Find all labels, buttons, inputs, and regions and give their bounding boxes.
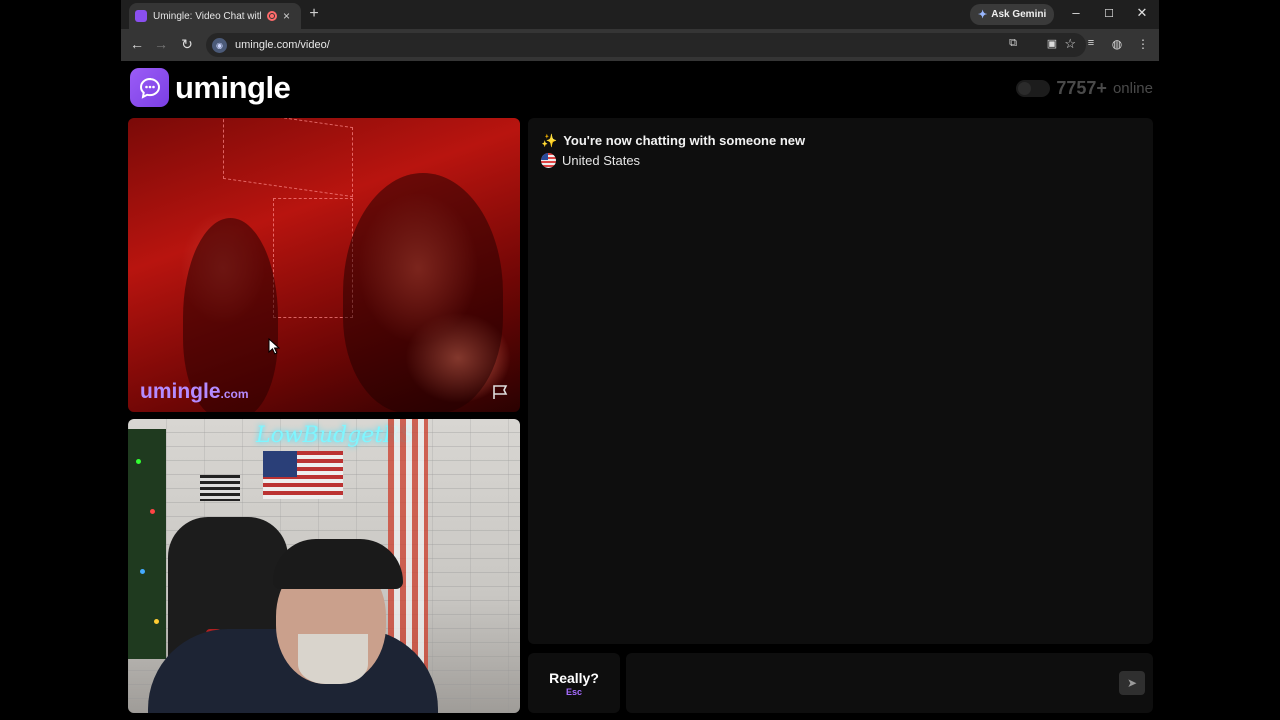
tree-light bbox=[150, 509, 155, 514]
theme-toggle[interactable] bbox=[1016, 80, 1051, 97]
umingle-watermark: umingle.com bbox=[140, 380, 249, 404]
baseball-cap bbox=[273, 539, 403, 589]
watermark-suffix: .com bbox=[220, 387, 249, 401]
led-lights bbox=[273, 198, 353, 318]
report-flag-icon[interactable] bbox=[492, 384, 510, 400]
chat-bubble-logo-icon bbox=[130, 68, 169, 107]
puzzle-icon[interactable]: ⧉ bbox=[1005, 37, 1021, 50]
reload-icon[interactable]: ↻ bbox=[178, 36, 196, 53]
url-text: umingle.com/video/ bbox=[235, 39, 330, 51]
tab-close-button[interactable]: × bbox=[283, 9, 290, 23]
umingle-favicon-icon bbox=[135, 10, 147, 22]
skip-button-label: Really? bbox=[549, 669, 599, 686]
tree-light bbox=[140, 569, 145, 574]
partner-country: United States bbox=[541, 153, 640, 168]
stranger-video: umingle.com bbox=[128, 118, 520, 412]
minimize-button[interactable]: – bbox=[1066, 5, 1086, 20]
country-text: United States bbox=[562, 153, 641, 168]
online-label: online bbox=[1112, 80, 1153, 97]
us-flag-icon bbox=[541, 153, 556, 168]
watermark-main: umingle bbox=[140, 380, 221, 403]
skip-button[interactable]: Really? Esc bbox=[528, 653, 620, 713]
american-flag bbox=[263, 451, 343, 499]
self-video: LowBudgetRS bbox=[128, 419, 520, 713]
online-indicator: 7757+ online bbox=[1016, 78, 1153, 99]
logo-text: umingle bbox=[175, 69, 291, 105]
address-bar[interactable]: ◉ umingle.com/video/ ☆ bbox=[206, 33, 1086, 57]
forward-arrow-icon[interactable]: → bbox=[152, 36, 170, 52]
close-window-button[interactable]: ✕ bbox=[1132, 5, 1152, 21]
tab-title: Umingle: Video Chat with S bbox=[153, 10, 261, 22]
star-icon[interactable]: ☆ bbox=[1064, 36, 1076, 52]
system-message: ✨ You're now chatting with someone new bbox=[541, 133, 805, 149]
maximize-button[interactable]: ☐ bbox=[1099, 7, 1119, 20]
online-count: 7757+ bbox=[1056, 78, 1107, 98]
umingle-page: umingle 7757+ online umingle.com LowBudg… bbox=[121, 61, 1159, 720]
christmas-tree bbox=[128, 429, 166, 659]
back-arrow-icon[interactable]: ← bbox=[128, 36, 146, 52]
profile-icon[interactable]: ◍ bbox=[1109, 37, 1125, 51]
media-controls-icon[interactable]: ≡ bbox=[1083, 37, 1099, 49]
tree-light bbox=[136, 459, 141, 464]
new-tab-button[interactable]: + bbox=[304, 5, 324, 23]
message-input[interactable]: ➤ bbox=[626, 653, 1153, 713]
system-message-text: You're now chatting with someone new bbox=[563, 133, 806, 148]
skip-shortcut-hint: Esc bbox=[565, 686, 582, 697]
tree-light bbox=[154, 619, 159, 624]
browser-window: Umingle: Video Chat with S × + ✦ Ask Gem… bbox=[121, 0, 1159, 720]
tab-umingle[interactable]: Umingle: Video Chat with S × bbox=[129, 3, 301, 29]
sparkle-icon: ✨ bbox=[541, 133, 558, 148]
kebab-menu-icon[interactable]: ⋮ bbox=[1135, 37, 1151, 51]
ask-gemini-label: Ask Gemini bbox=[991, 9, 1047, 20]
recording-icon bbox=[267, 11, 277, 21]
mouse-cursor-icon bbox=[268, 338, 280, 355]
led-lights bbox=[223, 118, 353, 198]
site-info-icon[interactable]: ◉ bbox=[212, 37, 227, 53]
tab-search-icon[interactable]: ▣ bbox=[1044, 37, 1060, 50]
small-flag bbox=[200, 475, 240, 501]
browser-toolbar: ← → ↻ ◉ umingle.com/video/ ☆ ⧉ ▣ ≡ ◍ ⋮ bbox=[121, 29, 1159, 61]
gemini-sparkle-icon: ✦ bbox=[978, 9, 988, 21]
send-icon[interactable]: ➤ bbox=[1119, 671, 1145, 695]
ask-gemini-button[interactable]: ✦ Ask Gemini bbox=[970, 4, 1055, 25]
tab-bar: Umingle: Video Chat with S × + ✦ Ask Gem… bbox=[121, 0, 1159, 29]
site-logo[interactable]: umingle bbox=[130, 68, 291, 107]
chat-panel: ✨ You're now chatting with someone new U… bbox=[528, 118, 1153, 644]
person-beard bbox=[298, 634, 368, 684]
person-right bbox=[343, 173, 503, 412]
